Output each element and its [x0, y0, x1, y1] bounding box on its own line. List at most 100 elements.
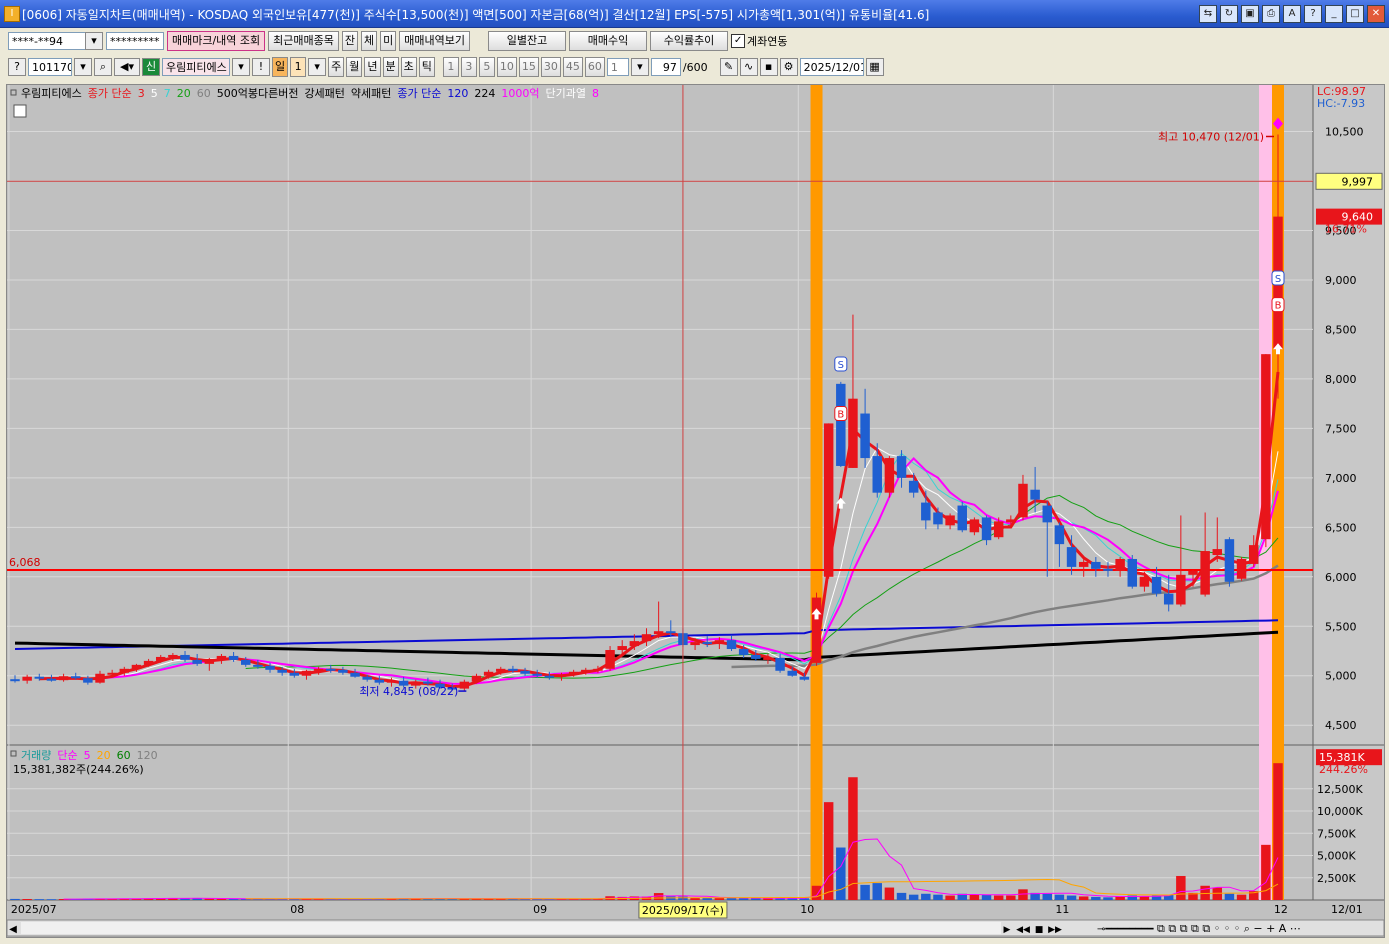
print-icon[interactable]: ⎙ [1262, 5, 1280, 23]
price-tick-label: 6,500 [1325, 521, 1357, 534]
period-week-button[interactable]: 주 [328, 57, 345, 77]
interval-30-button[interactable]: 30 [540, 57, 561, 77]
candle-body [1006, 519, 1016, 523]
legend-item: 종가 단순 [88, 87, 132, 100]
checkbox-check-icon[interactable]: ✓ [731, 34, 746, 48]
link-icon[interactable]: ⇆ [1199, 5, 1217, 23]
volume-bar [751, 898, 761, 900]
period-day-button[interactable]: 일 [272, 57, 289, 77]
candle-body [1127, 558, 1138, 587]
candle-body [241, 659, 251, 665]
volume-bar [763, 898, 773, 900]
calendar-icon[interactable]: ▦ [865, 58, 884, 76]
volume-tick-label: 2,500K [1317, 872, 1356, 885]
volume-tick-label: 10,000K [1317, 805, 1363, 818]
chevron-down-icon[interactable]: ▾ [630, 58, 649, 76]
speaker-icon[interactable]: ◀▾ [114, 58, 140, 76]
candle-body [641, 634, 652, 642]
screen-icon[interactable]: ▣ [1241, 5, 1259, 23]
period-year-button[interactable]: 년 [364, 57, 381, 77]
grid-toggle-icon [13, 104, 27, 118]
candle-body [726, 640, 737, 650]
refresh-icon[interactable]: ↻ [1220, 5, 1238, 23]
settings-icon[interactable]: ⚙ [779, 58, 798, 76]
account-select[interactable]: ****-**94 [8, 32, 86, 50]
window-title: [0606] 자동일지차트(매매내역) - KOSDAQ 외국인보유[477(천… [22, 8, 930, 22]
save-icon[interactable]: ▪ [759, 58, 778, 76]
recent-trade-button[interactable]: 최근매매종목 [268, 31, 339, 51]
x-axis-label: 08 [290, 903, 304, 916]
font-icon[interactable]: A [1283, 5, 1301, 23]
price-tick-label: 5,000 [1325, 670, 1357, 683]
key-icon[interactable]: ? [8, 58, 26, 76]
price-tick-label: 8,000 [1325, 373, 1357, 386]
period-tick-button[interactable]: 틱 [418, 57, 435, 77]
interval-60-button[interactable]: 60 [584, 57, 605, 77]
chart-tool-icons: ⧉ ⧉ ⧉ ⧉ ⧉ ◦ ◦ ◦ ⌕ − + A ⋯ [1157, 922, 1301, 935]
price-tick-label: 4,500 [1325, 719, 1357, 732]
account-link-checkbox[interactable]: ✓ 계좌연동 [731, 33, 788, 49]
indicator-icon[interactable]: ∿ [739, 58, 758, 76]
candle-body [981, 517, 992, 541]
period-minute-button[interactable]: 분 [382, 57, 399, 77]
search-icon[interactable]: ⌕ [94, 58, 112, 76]
volume-legend-item: 120 [137, 749, 158, 762]
chevron-down-icon[interactable]: ▾ [74, 58, 92, 76]
trade-history-button[interactable]: 매매내역보기 [399, 31, 471, 51]
interval-1-button[interactable]: 1 [442, 57, 459, 77]
stop-icon: ■ [1035, 925, 1044, 935]
candle-body [10, 679, 20, 682]
app-icon: I [4, 6, 20, 22]
tools-icon[interactable]: ✎ [719, 58, 738, 76]
axis-panel [1313, 85, 1384, 900]
period-number-field[interactable]: 1 [290, 57, 307, 77]
price-tick-label: 6,000 [1325, 571, 1357, 584]
candle-body [1042, 505, 1052, 523]
unfilled-button[interactable]: 미 [380, 31, 397, 51]
interval-select[interactable]: 1 [606, 58, 629, 76]
candle-body [593, 668, 603, 671]
alert-icon[interactable]: ! [252, 58, 270, 76]
bar-count-input[interactable]: 97 [650, 58, 681, 76]
legend-item: 약세패턴 [351, 86, 391, 100]
candle-body [1103, 568, 1113, 571]
interval-15-button[interactable]: 15 [518, 57, 539, 77]
minimize-button[interactable]: _ [1325, 5, 1343, 23]
period-month-button[interactable]: 월 [346, 57, 363, 77]
x-axis-label: 12/01 [1331, 903, 1363, 916]
mark-query-button[interactable]: 매매마크/내역 조회 [167, 31, 266, 51]
volume-bar [1103, 897, 1113, 900]
chevron-down-icon[interactable]: ▾ [308, 58, 327, 76]
password-field[interactable]: ********* [106, 32, 164, 50]
price-legend: 우림피티에스 종가 단순 3 5 7 20 60 500억봉다른버전 강세패턴 약세패턴 종가 단순… [21, 86, 599, 100]
candle-body [143, 660, 154, 665]
interval-10-button[interactable]: 10 [496, 57, 517, 77]
candle-body [107, 672, 117, 675]
trade-profit-button[interactable]: 매매수익 [569, 31, 648, 51]
chart-area[interactable]: 10,50010,0009,5009,0008,5008,0007,5007,0… [6, 84, 1385, 938]
help-icon[interactable]: ? [1304, 5, 1322, 23]
return-trend-button[interactable]: 수익률추이 [650, 31, 729, 51]
stock-code-input[interactable]: 101170 [28, 58, 72, 76]
volume-bar [1006, 895, 1016, 900]
balance-button[interactable]: 잔 [341, 31, 359, 51]
interval-45-button[interactable]: 45 [562, 57, 583, 77]
volume-bar [46, 899, 57, 900]
stock-chart[interactable]: 10,50010,0009,5009,0008,5008,0007,5007,0… [6, 85, 1385, 937]
volume-bar [836, 847, 846, 900]
filled-button[interactable]: 체 [361, 31, 378, 51]
interval-5-button[interactable]: 5 [478, 57, 495, 77]
date-input[interactable]: 2025/12/01 [799, 58, 864, 76]
maximize-button[interactable]: □ [1346, 5, 1364, 23]
candle-body [192, 659, 202, 664]
interval-3-button[interactable]: 3 [460, 57, 477, 77]
chevron-down-icon[interactable]: ▾ [232, 58, 250, 76]
daily-balance-button[interactable]: 일별잔고 [488, 31, 567, 51]
candle-body [1066, 547, 1077, 567]
level-label: 6,068 [9, 556, 41, 569]
chevron-down-icon[interactable]: ▾ [85, 32, 103, 50]
rewind-icon: ◀◀ [1016, 925, 1030, 935]
close-button[interactable]: ✕ [1367, 5, 1385, 23]
period-second-button[interactable]: 초 [400, 57, 417, 77]
change-pct-label: 16.71% [1325, 223, 1367, 236]
